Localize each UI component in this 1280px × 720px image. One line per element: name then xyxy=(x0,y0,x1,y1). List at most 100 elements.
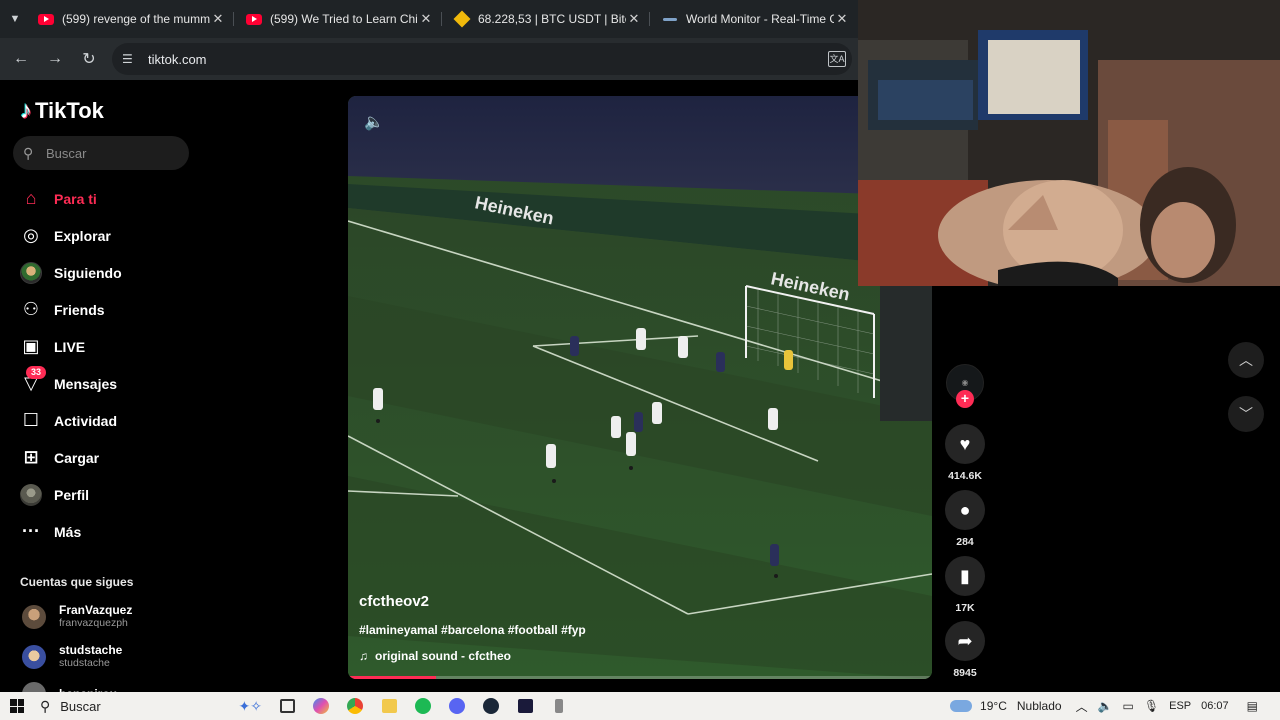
cloud-weather-icon[interactable] xyxy=(950,700,973,712)
weather-temperature[interactable]: 19°C xyxy=(980,699,1007,713)
file-explorer-icon[interactable] xyxy=(372,692,406,720)
browser-tab-3[interactable]: 68.228,53 | BTC USDT | Bitcoin ✕ xyxy=(442,4,650,34)
search-box[interactable]: ⚲ xyxy=(13,136,189,170)
nav-item-mensajes[interactable]: ▽ 33 Mensajes xyxy=(18,365,122,402)
nav-item-mas[interactable]: ··· Más xyxy=(18,513,122,550)
speaker-icon[interactable]: 🔈 xyxy=(1098,699,1113,713)
microphone-icon[interactable]: 🎙 xyxy=(1144,699,1159,713)
browser-tab-1[interactable]: (599) revenge of the mummy ✕ xyxy=(26,4,234,34)
browser-tab-2[interactable]: (599) We Tried to Learn Chinese ✕ xyxy=(234,4,442,34)
spotify-icon[interactable] xyxy=(406,692,440,720)
tiktok-logo[interactable]: ♪ TikTok xyxy=(20,98,104,124)
nav-label: Más xyxy=(54,523,82,540)
screen: ▼ (599) revenge of the mummy ✕ (599) We … xyxy=(0,0,1280,720)
search-icon: ⚲ xyxy=(40,697,51,714)
display-icon[interactable]: ▭ xyxy=(1123,699,1134,713)
nav-item-live[interactable]: ▣ LIVE xyxy=(18,328,122,365)
nav-item-siguiendo[interactable]: Siguiendo xyxy=(18,254,122,291)
youtube-icon xyxy=(246,11,262,27)
steam-icon[interactable] xyxy=(474,692,508,720)
save-button[interactable]: ▮ 17K xyxy=(944,556,986,614)
notification-icon[interactable]: ▤ xyxy=(1247,699,1258,713)
windows-taskbar: ⚲ Buscar ✦✧ 19°C Nublado ︿ 🔈 ▭ 🎙 ESP 06:… xyxy=(0,692,1280,720)
address-bar[interactable]: ☰ tiktok.com 文A xyxy=(112,43,852,75)
tiktok-wordmark: TikTok xyxy=(35,98,104,123)
account-avatar xyxy=(22,604,46,629)
nav-label: Actividad xyxy=(54,412,118,429)
more-icon: ··· xyxy=(22,521,40,541)
nav-item-friends[interactable]: ⚇ Friends xyxy=(18,291,122,328)
clock-time[interactable]: 06:07 xyxy=(1201,700,1229,712)
close-tab-icon[interactable]: ✕ xyxy=(418,11,434,27)
nav-label: Cargar xyxy=(54,449,100,466)
follow-plus-icon[interactable]: + xyxy=(956,390,974,408)
chevron-down-icon: ﹀ xyxy=(1239,406,1253,422)
discord-icon[interactable] xyxy=(440,692,474,720)
chevron-up-icon[interactable]: ︿ xyxy=(1076,698,1088,715)
task-view-icon[interactable] xyxy=(270,692,304,720)
activity-icon: ☐ xyxy=(22,410,40,430)
nav-label: Para ti xyxy=(54,190,97,207)
music-note-icon: ♫ xyxy=(359,649,368,663)
search-input[interactable] xyxy=(46,145,176,161)
video-sound[interactable]: ♫ original sound - cfctheo xyxy=(359,649,511,663)
language-indicator[interactable]: ESP xyxy=(1169,700,1191,712)
video-progress-bar[interactable] xyxy=(348,676,932,679)
copilot-icon[interactable] xyxy=(304,692,338,720)
nav-item-perfil[interactable]: Perfil xyxy=(18,476,122,513)
webcam-overlay xyxy=(858,0,1280,286)
tab-title: (599) We Tried to Learn Chinese xyxy=(270,12,418,26)
tab-search-dropdown-icon[interactable]: ▼ xyxy=(4,4,26,34)
reload-icon[interactable]: ↻ xyxy=(72,42,106,76)
nav-item-explorar[interactable]: ◎ Explorar xyxy=(18,217,122,254)
site-info-icon[interactable]: ☰ xyxy=(122,51,138,67)
close-tab-icon[interactable]: ✕ xyxy=(626,11,642,27)
account-avatar xyxy=(22,644,46,669)
browser-tab-4[interactable]: World Monitor - Real-Time Global ✕ xyxy=(650,4,858,34)
video-author[interactable]: cfctheov2 xyxy=(359,593,429,610)
heart-icon: ♥ xyxy=(945,424,985,464)
nav-item-para-ti[interactable]: ⌂ Para ti xyxy=(18,180,122,217)
forward-icon[interactable]: → xyxy=(38,42,72,76)
taskbar-search[interactable]: ⚲ Buscar ✦✧ xyxy=(34,692,270,720)
start-button[interactable] xyxy=(0,692,34,720)
nav-item-actividad[interactable]: ☐ Actividad xyxy=(18,402,122,439)
translate-icon[interactable]: 文A xyxy=(828,51,846,67)
main-nav: ⌂ Para ti ◎ Explorar Siguiendo ⚇ Friends… xyxy=(18,180,122,550)
video-player[interactable]: Heineken Heineken He xyxy=(348,96,932,679)
back-icon[interactable]: ← xyxy=(4,42,38,76)
close-tab-icon[interactable]: ✕ xyxy=(834,11,850,27)
like-button[interactable]: ♥ 414.6K xyxy=(944,424,986,482)
volume-icon[interactable]: 🔈 xyxy=(364,112,384,132)
app-icon[interactable] xyxy=(508,692,542,720)
tiktok-sidebar: ♪ TikTok ⚲ ⌂ Para ti ◎ Explorar Siguiend… xyxy=(0,80,340,706)
video-progress-fill xyxy=(348,676,436,679)
next-video-button[interactable]: ﹀ xyxy=(1228,396,1264,432)
football-match-frame: Heineken Heineken He xyxy=(348,96,932,679)
webcam-feed-image xyxy=(858,0,1280,286)
audio-app-icon[interactable] xyxy=(542,692,576,720)
following-account[interactable]: FranVazquez franvazquezph xyxy=(22,603,132,630)
chrome-icon[interactable] xyxy=(338,692,372,720)
live-icon: ▣ xyxy=(22,336,40,356)
taskbar-search-label: Buscar xyxy=(60,698,101,714)
compass-icon: ◎ xyxy=(23,225,39,245)
following-account[interactable]: studstache studstache xyxy=(22,643,122,670)
account-handle: franvazquezph xyxy=(59,617,128,629)
weather-description[interactable]: Nublado xyxy=(1017,699,1062,713)
save-count: 17K xyxy=(955,602,975,614)
account-name: studstache xyxy=(59,643,123,657)
previous-video-button[interactable]: ︿ xyxy=(1228,342,1264,378)
comment-button[interactable]: ● 284 xyxy=(944,490,986,548)
share-button[interactable]: ➦ 8945 xyxy=(944,621,986,679)
nav-item-cargar[interactable]: ⊞ Cargar xyxy=(18,439,122,476)
search-icon: ⚲ xyxy=(23,144,34,161)
windows-logo-icon xyxy=(10,699,24,713)
binance-icon xyxy=(453,10,471,28)
close-tab-icon[interactable]: ✕ xyxy=(210,11,226,27)
nav-label: Mensajes xyxy=(54,375,118,392)
account-handle: studstache xyxy=(59,657,110,669)
nav-label: LIVE xyxy=(54,338,86,355)
account-name: FranVazquez xyxy=(59,603,133,617)
video-description[interactable]: #lamineyamal #barcelona #football #fyp xyxy=(359,623,586,637)
